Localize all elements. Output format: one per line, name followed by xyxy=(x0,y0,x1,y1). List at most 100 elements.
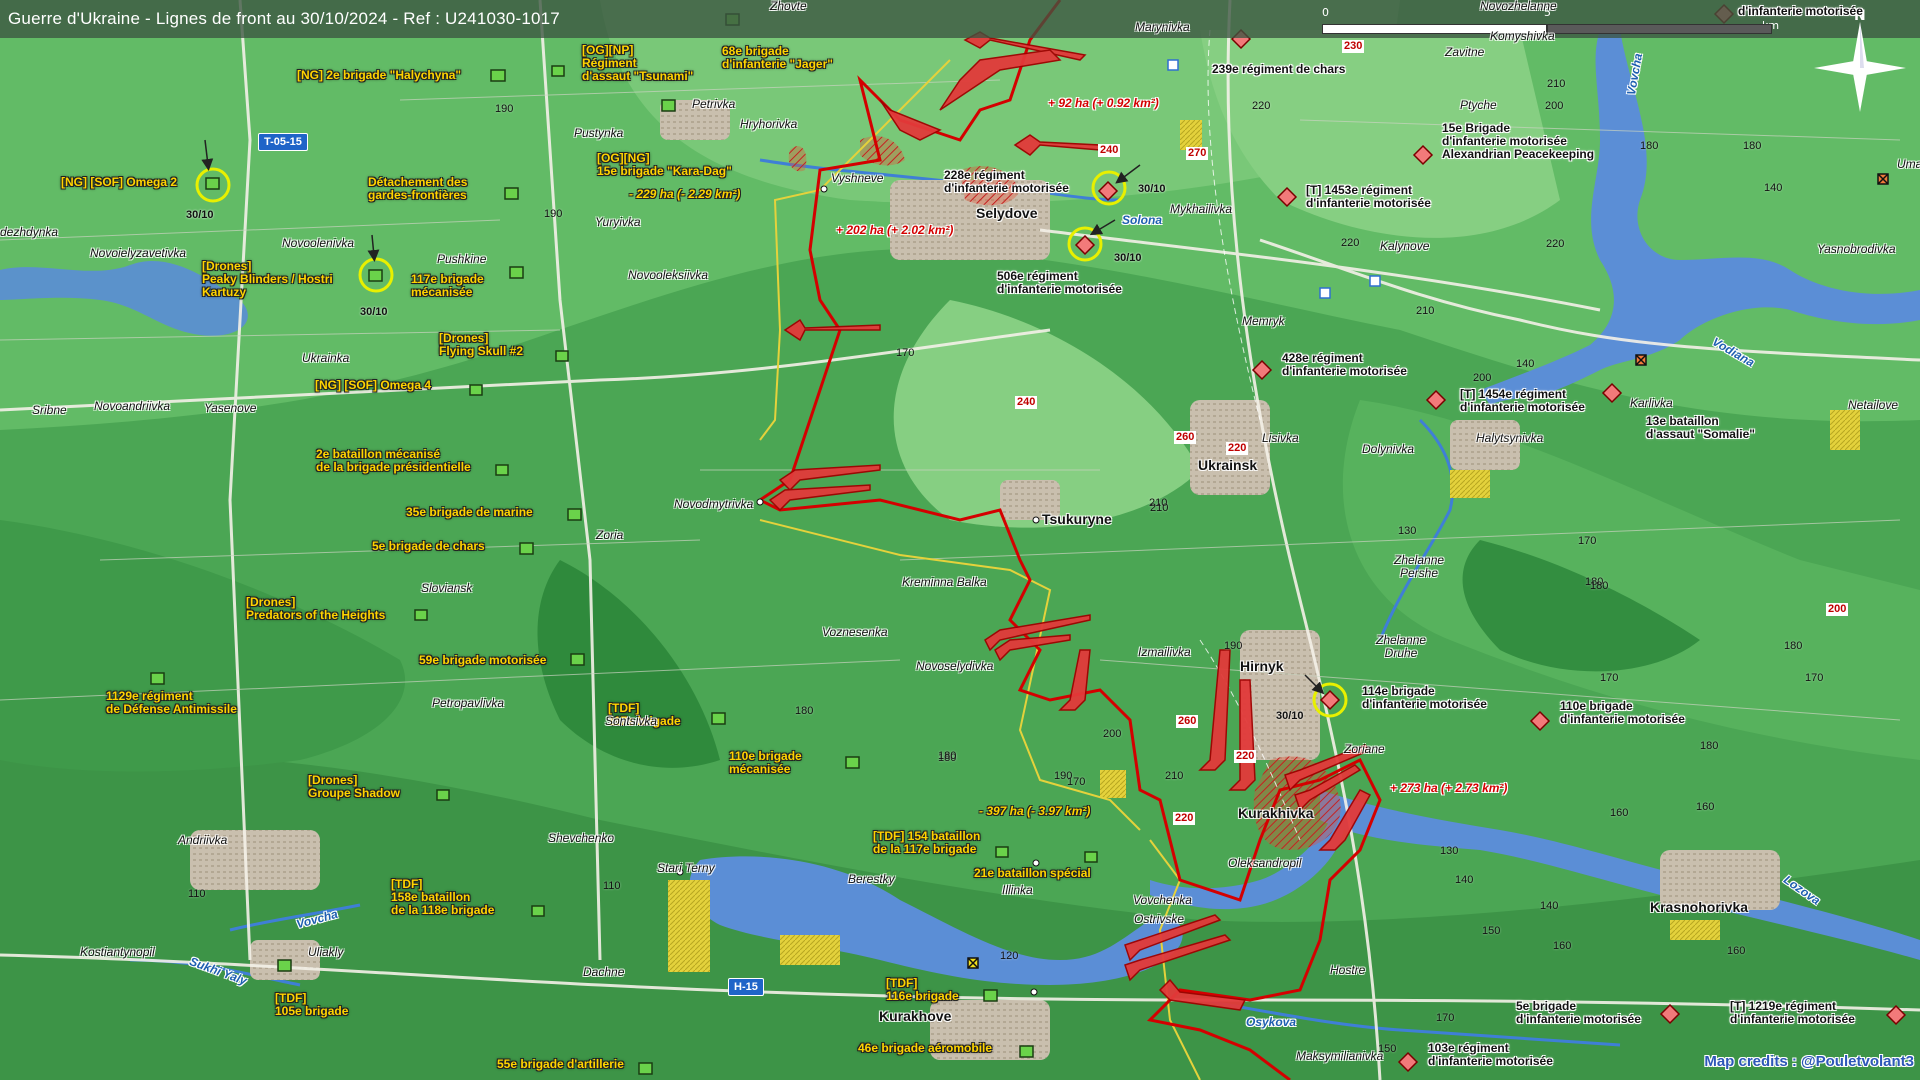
town-label: Kurakhivka xyxy=(1238,805,1314,821)
elevation-label: 140 xyxy=(1540,900,1559,912)
town-label: Yuryivka xyxy=(595,215,641,229)
ukr-unit-label[interactable]: 35e brigade de marine xyxy=(406,506,533,519)
elevation-label: 180 xyxy=(1640,140,1659,152)
elevation-label: 170 xyxy=(1600,672,1619,684)
ukr-unit-label[interactable]: 5e brigade de chars xyxy=(372,540,485,553)
road-shield-t0515: T-05-15 xyxy=(258,133,308,151)
town-label: Petrivka xyxy=(692,97,736,111)
ukr-unit-label[interactable]: Détachement des gardes-frontières xyxy=(368,176,467,202)
rus-unit-label[interactable]: 5e brigade d'infanterie motorisée xyxy=(1516,1000,1641,1026)
town-label: Yasenove xyxy=(204,401,257,415)
ukr-unit-label[interactable]: [Drones] Predators of the Heights xyxy=(246,596,385,622)
rus-unit-label[interactable]: 428e régiment d'infanterie motorisée xyxy=(1282,352,1407,378)
scale-segment-dark xyxy=(1547,24,1772,34)
town-label: Berestky xyxy=(848,872,895,886)
town-label: Vovchenka xyxy=(1133,893,1192,907)
rus-unit-label[interactable]: 110e brigade d'infanterie motorisée xyxy=(1560,700,1685,726)
town-label: Shevchenko xyxy=(548,831,615,845)
town-label: Halytsynivka xyxy=(1476,431,1544,445)
town-label: Zhelanne Pershe xyxy=(1394,553,1445,580)
elevation-label: 140 xyxy=(1764,182,1783,194)
town-label: Hirnyk xyxy=(1240,658,1284,674)
ukr-unit-label[interactable]: [NG] [SOF] Omega 2 xyxy=(61,176,177,189)
rus-unit-label[interactable]: 15e Brigade d'infanterie motorisée Alexa… xyxy=(1442,122,1594,161)
town-label: Hryhorivka xyxy=(740,117,798,131)
ukr-unit-label[interactable]: [OG][NG] 15e brigade "Kara-Dag" xyxy=(597,152,732,178)
ukr-unit-label[interactable]: [TDF] 154 bataillon de la 117e brigade xyxy=(873,830,980,856)
ukr-unit-label[interactable]: 59e brigade motorisée xyxy=(419,654,546,667)
ukr-unit-label[interactable]: [OG][NP] Régiment d'assaut "Tsunami" xyxy=(582,44,693,83)
ukr-unit-label[interactable]: [NG] [SOF] Omega 4 xyxy=(315,379,431,392)
rus-unit-label[interactable]: [T] 1219e régiment d'infanterie motorisé… xyxy=(1730,1000,1855,1026)
elevation-label: 110 xyxy=(188,888,206,900)
rus-unit-label[interactable]: [T] 1453e régiment d'infanterie motorisé… xyxy=(1306,184,1431,210)
town-label: Ukrainsk xyxy=(1198,457,1258,473)
town-label: Dachne xyxy=(583,965,625,979)
ukr-unit-label[interactable]: 21e bataillon spécial xyxy=(974,867,1091,880)
elevation-label: 260 xyxy=(1174,431,1197,444)
rus-unit-label[interactable]: 228e régiment d'infanterie motorisée xyxy=(944,169,1069,195)
ukr-unit-label[interactable]: [NG] 2e brigade "Halychyna" xyxy=(297,69,461,82)
loss-annotation: - 229 ha (- 2.29 km²) xyxy=(629,187,741,201)
elevation-label: 120 xyxy=(1000,950,1019,962)
town-label: Novozhelanne xyxy=(1480,0,1557,13)
town-label: Ptyche xyxy=(1460,98,1497,112)
terrain-map[interactable] xyxy=(0,0,1920,1080)
ukr-unit-label[interactable]: 110e brigade mécanisée xyxy=(729,750,802,776)
town-label: Sloviansk xyxy=(421,581,473,595)
ukr-unit-label[interactable]: [Drones] Peaky Blinders / Hostri Kartuzy xyxy=(202,260,333,299)
elevation-label: 240 xyxy=(1015,396,1038,409)
rus-unit-label[interactable]: 506e régiment d'infanterie motorisée xyxy=(997,270,1122,296)
town-label: Zhovte xyxy=(770,0,807,13)
ukr-unit-label[interactable]: [Drones] Flying Skull #2 xyxy=(439,332,523,358)
elevation-label: 160 xyxy=(1610,807,1629,819)
town-label: Karlivka xyxy=(1630,396,1673,410)
town-label: Zavitne xyxy=(1445,45,1485,59)
rus-unit-label[interactable]: [T] 1454e régiment d'infanterie motorisé… xyxy=(1460,388,1585,414)
rus-unit-label[interactable]: 103e régiment d'infanterie motorisée xyxy=(1428,1042,1553,1068)
rus-unit-label[interactable]: d'infanterie motorisée xyxy=(1738,5,1863,18)
rus-unit-label[interactable]: 13e bataillon d'assaut "Somalie" xyxy=(1646,415,1755,441)
town-label: Netailove xyxy=(1848,398,1899,412)
town-label: Ostrivske xyxy=(1134,912,1185,926)
town-label: Sribne xyxy=(32,403,67,417)
ukr-unit-label[interactable]: 2e bataillon mécanisé de la brigade prés… xyxy=(316,448,471,474)
elevation-label: 210 xyxy=(1416,305,1435,317)
town-label: Kurakhove xyxy=(879,1008,952,1024)
town-label: Izmailivka xyxy=(1138,645,1191,659)
elevation-label: 160 xyxy=(1553,940,1572,952)
town-label: Novoselydivka xyxy=(916,659,994,673)
ukr-unit-label[interactable]: 55e brigade d'artillerie xyxy=(497,1058,624,1071)
date-label: 30/10 xyxy=(1138,183,1166,195)
town-label: Hostre xyxy=(1330,963,1366,977)
elevation-label: 170 xyxy=(1436,1012,1455,1024)
town-label: Kreminna Balka xyxy=(902,575,987,589)
elevation-label: 190 xyxy=(544,208,563,220)
rus-unit-label[interactable]: 114e brigade d'infanterie motorisée xyxy=(1362,685,1487,711)
ukr-unit-label[interactable]: 46e brigade aéromobile xyxy=(858,1042,992,1055)
elevation-label: 170 xyxy=(1805,672,1824,684)
ukr-unit-label[interactable]: 68e brigade d'infanterie "Jager" xyxy=(722,45,833,71)
elevation-label: 200 xyxy=(1545,100,1564,112)
elevation-label: 210 xyxy=(1165,770,1184,782)
ukr-unit-label[interactable]: [TDF] 116e brigade xyxy=(886,977,959,1003)
elevation-label: 160 xyxy=(1727,945,1746,957)
ukr-unit-label[interactable]: [TDF] 105e brigade xyxy=(275,992,348,1018)
ukr-unit-label[interactable]: 117e brigade mécanisée xyxy=(411,273,484,299)
compass-icon: N xyxy=(1814,8,1906,112)
town-label: Selydove xyxy=(976,205,1038,221)
town-label: Memryk xyxy=(1242,314,1285,328)
gain-annotation: + 273 ha (+ 2.73 km²) xyxy=(1390,781,1508,795)
ukr-unit-label[interactable]: [Drones] Groupe Shadow xyxy=(308,774,400,800)
elevation-label: 220 xyxy=(1234,750,1257,763)
ukr-unit-label[interactable]: 1129e régiment de Défense Antimissile xyxy=(106,690,237,716)
rus-unit-label[interactable]: 239e régiment de chars xyxy=(1212,63,1345,76)
elevation-label: 110 xyxy=(603,880,621,892)
ukr-unit-label[interactable]: [TDF] 158e bataillon de la 118e brigade xyxy=(391,878,494,917)
elevation-label: 190 xyxy=(495,103,514,115)
town-label: Zoriane xyxy=(1344,742,1385,756)
elevation-label: 220 xyxy=(1226,442,1249,455)
town-label: Pushkine xyxy=(437,252,487,266)
elevation-label: 210 xyxy=(1150,502,1169,514)
river-label: Osykova xyxy=(1246,1015,1297,1029)
